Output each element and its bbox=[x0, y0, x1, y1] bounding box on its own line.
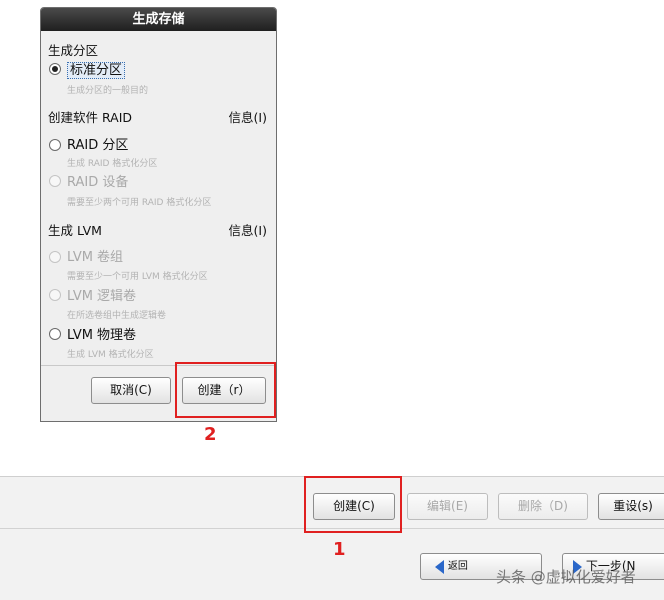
back-button-label: 返回 bbox=[447, 561, 468, 572]
lvm-logical-volume-label: LVM 逻辑卷 bbox=[67, 289, 137, 304]
lvm-volume-group-label: LVM 卷组 bbox=[67, 250, 124, 265]
watermark-text: 头条 @虚拟化爱好者 bbox=[496, 568, 636, 586]
lvm-volume-group-desc: 需要至少一个可用 LVM 格式化分区 bbox=[67, 272, 208, 282]
lvm-logical-volume-desc: 在所选卷组中生成逻辑卷 bbox=[67, 311, 167, 321]
arrow-left-icon bbox=[435, 559, 444, 574]
lvm-info-link[interactable]: 信息(I) bbox=[229, 220, 267, 239]
standard-partition-label[interactable]: 标准分区 bbox=[67, 59, 126, 79]
lvm-physical-volume-label[interactable]: LVM 物理卷 bbox=[67, 324, 136, 343]
section-partition-heading: 生成分区 bbox=[48, 43, 99, 58]
raid-partition-radio[interactable] bbox=[49, 139, 61, 151]
raid-info-link[interactable]: 信息(I) bbox=[229, 107, 267, 126]
reset-button[interactable]: 重设(s) bbox=[598, 493, 664, 520]
lvm-physical-volume-radio[interactable] bbox=[49, 328, 61, 340]
lvm-physical-volume-desc: 生成 LVM 格式化分区 bbox=[67, 350, 154, 360]
raid-partition-desc: 生成 RAID 格式化分区 bbox=[67, 159, 158, 169]
lvm-logical-volume-radio bbox=[49, 289, 61, 301]
dialog-title: 生成存储 bbox=[41, 8, 276, 31]
standard-partition-radio[interactable] bbox=[49, 63, 61, 75]
section-lvm-heading: 生成 LVM bbox=[48, 223, 102, 238]
lvm-volume-group-radio bbox=[49, 251, 61, 263]
raid-device-radio bbox=[49, 175, 61, 187]
edit-button: 编辑(E) bbox=[407, 493, 488, 520]
raid-partition-label[interactable]: RAID 分区 bbox=[67, 134, 128, 153]
section-raid-heading: 创建软件 RAID bbox=[48, 110, 133, 125]
annotation-marker-2: 2 bbox=[204, 424, 217, 445]
raid-device-label: RAID 设备 bbox=[67, 175, 129, 190]
highlight-box-2 bbox=[175, 362, 276, 418]
cancel-button[interactable]: 取消(C) bbox=[91, 377, 171, 404]
annotation-marker-1: 1 bbox=[333, 539, 346, 560]
create-storage-dialog: 生成存储 生成分区 标准分区 生成分区的一般目的 创建软件 RAID 信息(I)… bbox=[40, 7, 277, 422]
delete-button: 删除（D) bbox=[498, 493, 588, 520]
raid-device-desc: 需要至少两个可用 RAID 格式化分区 bbox=[67, 198, 212, 208]
standard-partition-desc: 生成分区的一般目的 bbox=[67, 86, 149, 96]
highlight-box-1 bbox=[304, 476, 402, 533]
